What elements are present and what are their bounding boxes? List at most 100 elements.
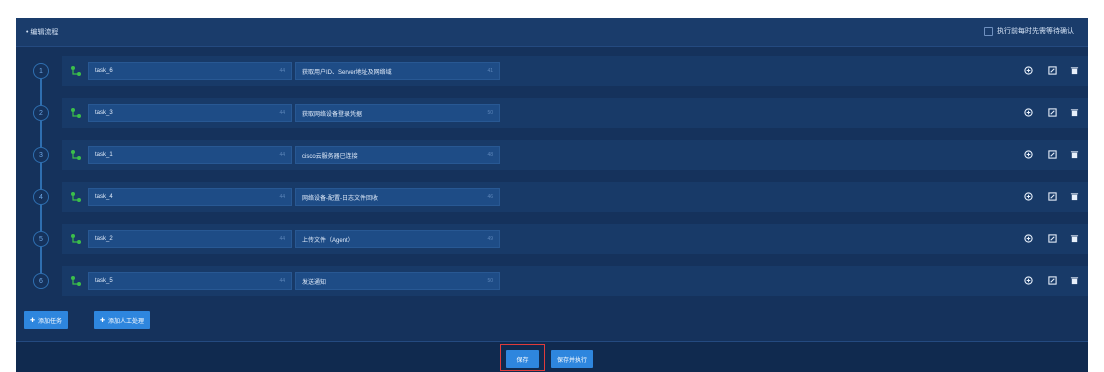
edit-icon <box>1048 66 1057 75</box>
confirm-before-run-option[interactable]: 执行前每时先需等待确认 <box>984 26 1074 36</box>
task-name-text: task_5 <box>95 278 113 284</box>
step-connector <box>40 205 42 231</box>
task-name-text: task_2 <box>95 236 113 242</box>
step-connector <box>40 121 42 147</box>
save-button[interactable]: 保存 <box>506 350 539 368</box>
plus-circle-icon <box>1024 192 1033 201</box>
edit-icon <box>1048 276 1057 285</box>
task-name-field[interactable]: task_3 44 <box>88 104 292 122</box>
task-row: task_4 44 网络设备-配置-日志文件回收 46 <box>62 182 1088 212</box>
task-row: task_1 44 cisco云服务器已连接 48 <box>62 140 1088 170</box>
edit-icon <box>1048 192 1057 201</box>
delete-task-button[interactable] <box>1068 106 1081 119</box>
plus-circle-icon <box>1024 150 1033 159</box>
add-task-button[interactable]: ✚ 添加任务 <box>24 311 69 329</box>
step-number: 4 <box>33 189 49 205</box>
task-row: task_5 44 发送通知 50 <box>62 266 1088 296</box>
add-manual-step-label: 添加人工处理 <box>108 318 145 325</box>
add-subtask-button[interactable] <box>1022 232 1035 245</box>
task-description-text: 上传文件（Agent） <box>302 237 354 244</box>
edit-task-button[interactable] <box>1046 148 1059 161</box>
step-number: 1 <box>33 63 49 79</box>
add-subtask-button[interactable] <box>1022 190 1035 203</box>
add-task-label: 添加任务 <box>38 318 63 325</box>
task-description-count: 50 <box>487 278 493 284</box>
task-name-count: 44 <box>279 236 285 242</box>
plus-circle-icon <box>1024 276 1033 285</box>
edit-task-button[interactable] <box>1046 64 1059 77</box>
task-name-count: 44 <box>279 152 285 158</box>
task-description-count: 50 <box>487 110 493 116</box>
add-subtask-button[interactable] <box>1022 64 1035 77</box>
edit-icon <box>1048 150 1057 159</box>
add-subtask-button[interactable] <box>1022 106 1035 119</box>
plus-icon: ✚ <box>100 317 106 324</box>
task-node-icon <box>71 234 81 244</box>
delete-task-button[interactable] <box>1068 232 1081 245</box>
task-description-field[interactable]: 获取网络设备登录凭据 50 <box>295 104 500 122</box>
delete-task-button[interactable] <box>1068 190 1081 203</box>
add-subtask-button[interactable] <box>1022 274 1035 287</box>
task-node-icon <box>71 276 81 286</box>
delete-task-button[interactable] <box>1068 274 1081 287</box>
workflow-editor-panel: • 编辑流程 执行前每时先需等待确认 1 task_6 44 获取用户ID、Serve… <box>16 18 1088 372</box>
task-description-field[interactable]: 获取用户ID、Server地址及网络域 41 <box>295 62 500 80</box>
edit-task-button[interactable] <box>1046 190 1059 203</box>
task-description-text: cisco云服务器已连接 <box>302 153 358 160</box>
task-description-text: 获取用户ID、Server地址及网络域 <box>302 69 392 76</box>
task-description-field[interactable]: 发送通知 50 <box>295 272 500 290</box>
add-subtask-button[interactable] <box>1022 148 1035 161</box>
edit-task-button[interactable] <box>1046 232 1059 245</box>
trash-icon <box>1070 193 1079 201</box>
delete-task-button[interactable] <box>1068 64 1081 77</box>
task-name-count: 44 <box>279 194 285 200</box>
step-connector <box>40 163 42 189</box>
edit-icon <box>1048 108 1057 117</box>
task-name-text: task_1 <box>95 152 113 158</box>
plus-circle-icon <box>1024 234 1033 243</box>
task-row: task_6 44 获取用户ID、Server地址及网络域 41 <box>62 56 1088 86</box>
task-description-field[interactable]: 网络设备-配置-日志文件回收 46 <box>295 188 500 206</box>
task-node-icon <box>71 192 81 202</box>
task-name-count: 44 <box>279 68 285 74</box>
step-connector <box>40 79 42 105</box>
trash-icon <box>1070 277 1079 285</box>
delete-task-button[interactable] <box>1068 148 1081 161</box>
step-number: 6 <box>33 273 49 289</box>
trash-icon <box>1070 235 1079 243</box>
task-node-icon <box>71 108 81 118</box>
task-description-count: 41 <box>487 68 493 74</box>
task-name-text: task_3 <box>95 110 113 116</box>
task-description-count: 46 <box>487 194 493 200</box>
add-manual-step-button[interactable]: ✚ 添加人工处理 <box>94 311 151 329</box>
trash-icon <box>1070 67 1079 75</box>
step-number: 5 <box>33 231 49 247</box>
task-name-text: task_4 <box>95 194 113 200</box>
task-row: task_2 44 上传文件（Agent） 49 <box>62 224 1088 254</box>
task-name-count: 44 <box>279 278 285 284</box>
confirm-label: 执行前每时先需等待确认 <box>997 28 1074 35</box>
task-description-field[interactable]: cisco云服务器已连接 48 <box>295 146 500 164</box>
task-description-text: 发送通知 <box>302 279 327 286</box>
task-description-field[interactable]: 上传文件（Agent） 49 <box>295 230 500 248</box>
save-and-run-button[interactable]: 保存并执行 <box>551 350 593 368</box>
task-node-icon <box>71 150 81 160</box>
task-name-field[interactable]: task_4 44 <box>88 188 292 206</box>
panel-header: • 编辑流程 执行前每时先需等待确认 <box>16 18 1088 47</box>
task-name-count: 44 <box>279 110 285 116</box>
task-description-text: 网络设备-配置-日志文件回收 <box>302 195 378 202</box>
task-name-field[interactable]: task_5 44 <box>88 272 292 290</box>
task-row: task_3 44 获取网络设备登录凭据 50 <box>62 98 1088 128</box>
task-name-text: task_6 <box>95 68 113 74</box>
step-number: 2 <box>33 105 49 121</box>
confirm-checkbox[interactable] <box>984 26 993 36</box>
task-name-field[interactable]: task_6 44 <box>88 62 292 80</box>
task-name-field[interactable]: task_1 44 <box>88 146 292 164</box>
task-description-count: 49 <box>487 236 493 242</box>
edit-task-button[interactable] <box>1046 106 1059 119</box>
plus-circle-icon <box>1024 108 1033 117</box>
edit-task-button[interactable] <box>1046 274 1059 287</box>
task-name-field[interactable]: task_2 44 <box>88 230 292 248</box>
trash-icon <box>1070 109 1079 117</box>
step-connector <box>40 247 42 273</box>
